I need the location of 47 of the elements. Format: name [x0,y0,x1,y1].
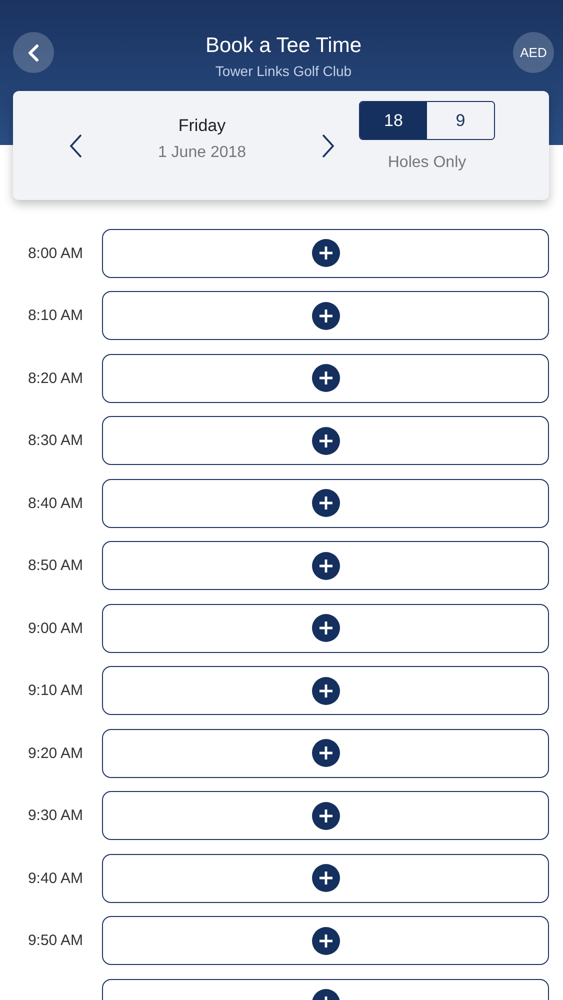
tee-time-label: 8:10 AM [28,307,83,324]
tee-time-slot[interactable] [102,604,549,653]
add-icon [312,926,340,955]
tee-time-label: 9:50 AM [28,932,83,950]
tee-time-slot[interactable] [102,854,549,903]
holes-caption: Holes Only [388,154,466,172]
currency-button[interactable]: AED [512,32,554,73]
add-icon [312,364,340,392]
tee-time-label: 9:10 AM [28,682,83,700]
tee-time-slot[interactable] [102,541,549,590]
tee-time-slot[interactable] [102,728,549,778]
tee-time-slot[interactable] [102,791,549,840]
add-icon [312,864,340,892]
add-icon [312,676,340,705]
add-icon [312,802,340,830]
add-icon [312,239,340,268]
tee-time-slot[interactable] [102,228,549,278]
tee-time-slot[interactable] [102,354,549,403]
screen-title: Book a Tee Time [205,34,362,58]
add-icon [312,489,340,518]
tee-time-label: 9:30 AM [28,807,83,824]
add-icon [312,302,340,330]
tee-time-slot[interactable] [102,478,549,528]
tee-time-label: 8:50 AM [28,557,83,574]
date-label: 1 June 2018 [156,144,248,162]
back-icon [26,44,42,62]
tee-time-label: 8:30 AM [28,432,83,450]
tee-time-label: 8:00 AM [28,244,83,262]
tee-time-label: 9:00 AM [28,620,83,637]
add-icon [312,552,340,580]
tee-time-slot[interactable] [102,416,549,466]
tee-time-slot[interactable] [102,291,549,340]
tee-time-label: 8:40 AM [28,494,83,512]
tee-time-label: 8:20 AM [28,370,83,387]
tee-time-label: 9:20 AM [28,744,83,762]
tee-time-slot[interactable] [102,666,549,716]
chevron-left-icon [69,132,83,158]
add-icon [312,739,340,768]
holes-option[interactable]: 18 [360,102,427,139]
weekday-label: Friday [177,116,227,136]
add-icon [312,614,340,642]
club-name: Tower Links Golf Club [214,63,353,79]
add-icon [312,426,340,455]
tee-time-slot[interactable] [102,916,549,966]
back-button[interactable] [13,32,54,73]
chevron-right-icon [321,132,335,158]
tee-time-label: 9:40 AM [28,870,83,887]
